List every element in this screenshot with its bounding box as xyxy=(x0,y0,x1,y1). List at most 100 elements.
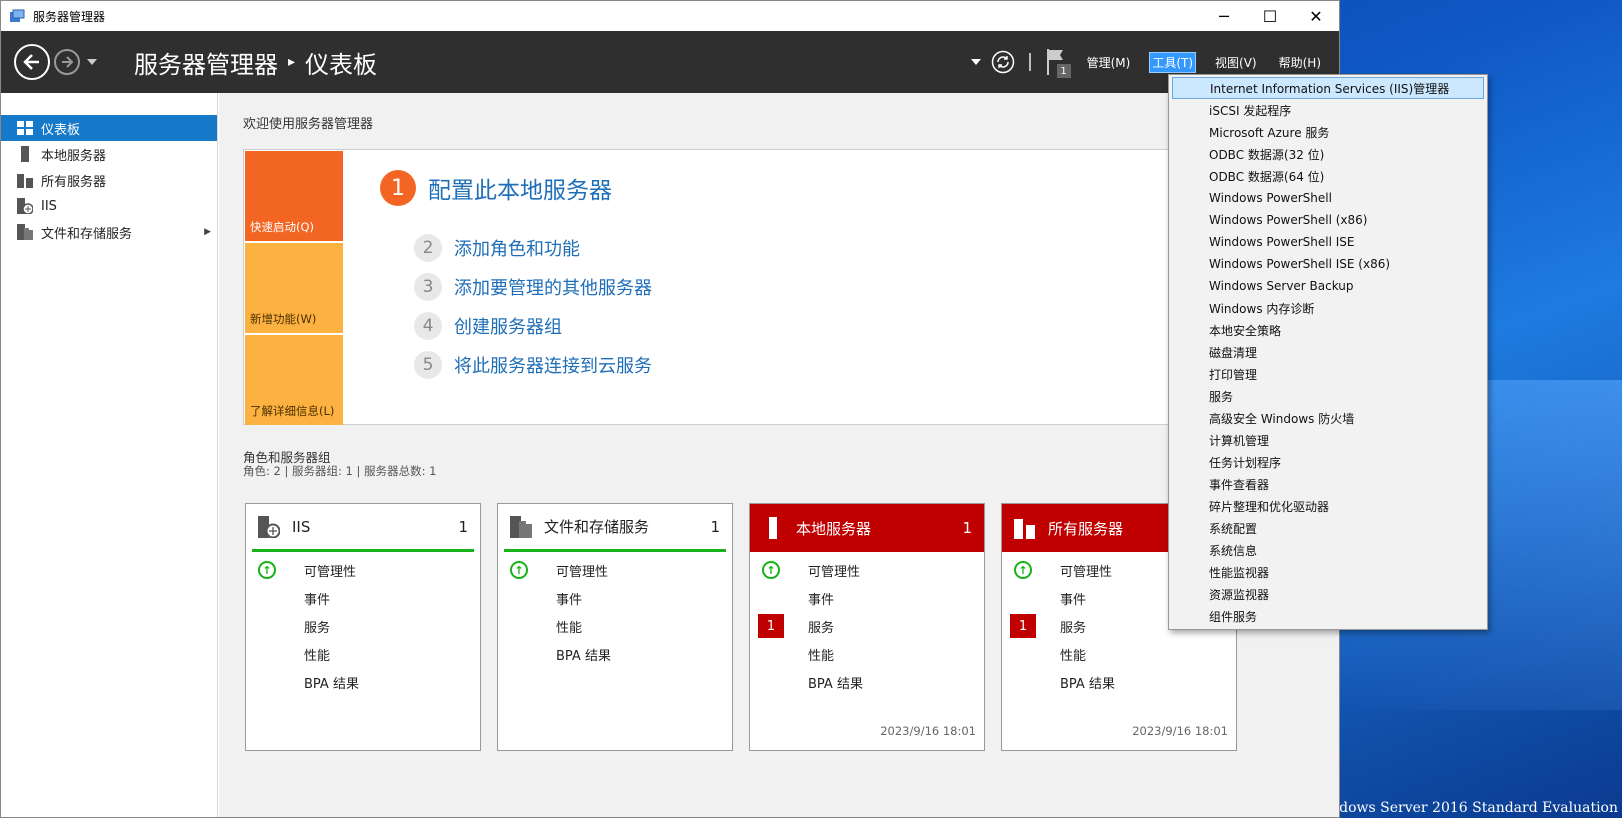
menu-manage[interactable]: 管理(M) xyxy=(1085,53,1133,72)
step-link[interactable]: 配置此本地服务器 xyxy=(428,171,612,205)
tile-row-performance[interactable]: 性能 xyxy=(1002,640,1236,668)
step-configure-local-server[interactable]: 1 配置此本地服务器 xyxy=(380,170,612,206)
servers-icon xyxy=(1014,517,1036,539)
step-link[interactable]: 将此服务器连接到云服务 xyxy=(454,352,652,378)
refresh-button[interactable] xyxy=(991,50,1015,74)
row-label: 可管理性 xyxy=(1060,564,1113,580)
menu-item-powershell-ise-x86[interactable]: Windows PowerShell ISE (x86) xyxy=(1172,253,1484,275)
maximize-button[interactable]: ☐ xyxy=(1247,1,1293,31)
tile-row-manageability[interactable]: ↑ 可管理性 xyxy=(750,556,984,584)
menu-item-advanced-firewall[interactable]: 高级安全 Windows 防火墙 xyxy=(1172,407,1484,429)
back-button[interactable] xyxy=(14,44,50,80)
menu-item-defragment[interactable]: 碎片整理和优化驱动器 xyxy=(1172,495,1484,517)
tile-title: 文件和存储服务 xyxy=(544,518,650,536)
tile-row-bpa[interactable]: BPA 结果 xyxy=(1002,668,1236,696)
step-add-servers[interactable]: 3 添加要管理的其他服务器 xyxy=(414,273,652,301)
tile-local-server[interactable]: 本地服务器 1 ↑ 可管理性 事件 1 服务 性能 BPA 结果 2023/9/16… xyxy=(749,503,985,751)
tab-whats-new[interactable]: 新增功能(W) xyxy=(245,243,343,333)
menu-item-performance-monitor[interactable]: 性能监视器 xyxy=(1172,561,1484,583)
tab-quickstart[interactable]: 快速启动(Q) xyxy=(245,151,343,241)
title-bar[interactable]: 服务器管理器 ─ ☐ ✕ xyxy=(1,1,1339,31)
menu-item-odbc-32[interactable]: ODBC 数据源(32 位) xyxy=(1172,143,1484,165)
tile-row-events[interactable]: 事件 xyxy=(246,584,480,612)
menu-item-event-viewer[interactable]: 事件查看器 xyxy=(1172,473,1484,495)
menu-item-powershell-x86[interactable]: Windows PowerShell (x86) xyxy=(1172,209,1484,231)
tile-row-services[interactable]: 服务 xyxy=(246,612,480,640)
header-bar: 服务器管理器 ▸ 仪表板 1 管理(M) 工具(T) 视图(V) 帮助(H) xyxy=(1,31,1339,93)
dropdown-icon[interactable] xyxy=(970,59,981,65)
tile-row-manageability[interactable]: ↑ 可管理性 xyxy=(246,556,480,584)
tile-header[interactable]: 本地服务器 1 xyxy=(750,504,984,552)
row-label: 服务 xyxy=(808,620,835,636)
menu-item-print-management[interactable]: 打印管理 xyxy=(1172,363,1484,385)
forward-button[interactable] xyxy=(54,49,80,75)
menu-item-disk-cleanup[interactable]: 磁盘清理 xyxy=(1172,341,1484,363)
step-link[interactable]: 创建服务器组 xyxy=(454,313,562,339)
row-label: 可管理性 xyxy=(808,564,861,580)
menu-item-system-information[interactable]: 系统信息 xyxy=(1172,539,1484,561)
tile-count: 1 xyxy=(962,519,972,537)
menu-tools[interactable]: 工具(T) xyxy=(1149,51,1197,73)
tile-row-performance[interactable]: 性能 xyxy=(246,640,480,668)
tile-header[interactable]: 文件和存储服务 1 xyxy=(504,504,726,552)
row-label: 事件 xyxy=(808,592,835,608)
menu-item-iscsi-initiator[interactable]: iSCSI 发起程序 xyxy=(1172,99,1484,121)
tile-row-bpa[interactable]: BPA 结果 xyxy=(750,668,984,696)
tile-row-bpa[interactable]: BPA 结果 xyxy=(246,668,480,696)
menu-help[interactable]: 帮助(H) xyxy=(1277,53,1323,72)
menu-item-task-scheduler[interactable]: 任务计划程序 xyxy=(1172,451,1484,473)
step-number: 3 xyxy=(414,273,442,301)
tile-row-services[interactable]: 1 服务 xyxy=(750,612,984,640)
tile-row-events[interactable]: 事件 xyxy=(498,584,732,612)
breadcrumb-root[interactable]: 服务器管理器 xyxy=(134,45,278,80)
sidebar-item-all-servers[interactable]: 所有服务器 xyxy=(1,167,217,193)
tile-title: 所有服务器 xyxy=(1048,519,1124,538)
row-label: 事件 xyxy=(304,592,331,608)
tile-file-storage[interactable]: 文件和存储服务 1 ↑ 可管理性 事件 性能 BPA 结果 xyxy=(497,503,733,751)
step-create-group[interactable]: 4 创建服务器组 xyxy=(414,312,562,340)
menu-item-component-services[interactable]: 组件服务 xyxy=(1172,605,1484,627)
sidebar-item-iis[interactable]: IIS xyxy=(1,193,217,219)
quickstart-panel: 快速启动(Q) 新增功能(W) 了解详细信息(L) 1 配置此本地服务器 2 添… xyxy=(243,149,1208,425)
menu-item-powershell-ise[interactable]: Windows PowerShell ISE xyxy=(1172,231,1484,253)
tile-row-performance[interactable]: 性能 xyxy=(750,640,984,668)
menu-item-computer-management[interactable]: 计算机管理 xyxy=(1172,429,1484,451)
step-link[interactable]: 添加要管理的其他服务器 xyxy=(454,274,652,300)
menu-item-local-security-policy[interactable]: 本地安全策略 xyxy=(1172,319,1484,341)
row-label: 性能 xyxy=(808,648,835,664)
sidebar: 仪表板 本地服务器 所有服务器 IIS 文件和存储服务 ▶ xyxy=(1,93,218,817)
notifications-button[interactable]: 1 xyxy=(1045,47,1071,78)
menu-view[interactable]: 视图(V) xyxy=(1213,53,1259,72)
ok-status-icon: ↑ xyxy=(510,561,528,579)
minimize-button[interactable]: ─ xyxy=(1201,1,1247,31)
menu-item-powershell[interactable]: Windows PowerShell xyxy=(1172,187,1484,209)
tile-row-bpa[interactable]: BPA 结果 xyxy=(498,640,732,668)
sidebar-item-dashboard[interactable]: 仪表板 xyxy=(1,115,217,141)
step-link[interactable]: 添加角色和功能 xyxy=(454,235,580,261)
menu-item-memory-diagnostic[interactable]: Windows 内存诊断 xyxy=(1172,297,1484,319)
history-dropdown-icon[interactable] xyxy=(86,58,98,66)
menu-item-resource-monitor[interactable]: 资源监视器 xyxy=(1172,583,1484,605)
step-connect-cloud[interactable]: 5 将此服务器连接到云服务 xyxy=(414,351,652,379)
menu-item-system-configuration[interactable]: 系统配置 xyxy=(1172,517,1484,539)
tile-iis[interactable]: IIS 1 ↑ 可管理性 事件 服务 性能 BPA 结果 xyxy=(245,503,481,751)
tools-menu: Internet Information Services (IIS)管理器 i… xyxy=(1168,74,1488,630)
close-button[interactable]: ✕ xyxy=(1293,1,1339,31)
menu-item-iis-manager[interactable]: Internet Information Services (IIS)管理器 xyxy=(1172,77,1484,99)
step-add-roles[interactable]: 2 添加角色和功能 xyxy=(414,234,580,262)
tab-learn-more[interactable]: 了解详细信息(L) xyxy=(245,335,343,425)
tile-header[interactable]: IIS 1 xyxy=(252,504,474,552)
sidebar-item-local-server[interactable]: 本地服务器 xyxy=(1,141,217,167)
tile-title: IIS xyxy=(292,517,311,536)
tile-row-manageability[interactable]: ↑ 可管理性 xyxy=(498,556,732,584)
tile-row-performance[interactable]: 性能 xyxy=(498,612,732,640)
menu-item-server-backup[interactable]: Windows Server Backup xyxy=(1172,275,1484,297)
expand-arrow-icon[interactable]: ▶ xyxy=(204,227,211,237)
menu-item-odbc-64[interactable]: ODBC 数据源(64 位) xyxy=(1172,165,1484,187)
menu-item-azure-services[interactable]: Microsoft Azure 服务 xyxy=(1172,121,1484,143)
sidebar-item-file-storage[interactable]: 文件和存储服务 ▶ xyxy=(1,219,217,245)
menu-item-services[interactable]: 服务 xyxy=(1172,385,1484,407)
row-label: 性能 xyxy=(304,648,331,664)
tile-row-events[interactable]: 事件 xyxy=(750,584,984,612)
tile-count: 1 xyxy=(458,517,468,536)
